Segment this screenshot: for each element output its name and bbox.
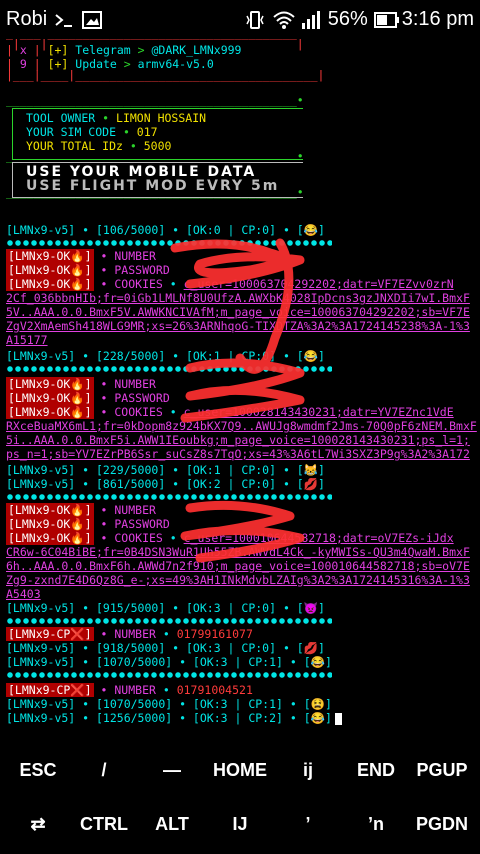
terminal-prompt-icon — [53, 9, 75, 31]
pgup-key[interactable]: PGUP — [408, 760, 476, 781]
extra-keys-bar: ESC / — HOME ij END PGUP ⇄ CTRL ALT IJ ’… — [0, 738, 480, 854]
cookie-line: 5i..AAA.0.0.BmxF5i.AWW1IEoubkg;m_page_vo… — [6, 433, 470, 447]
progress-line: [LMNx9-v5] • [1070/5000] • [OK:3 | CP:1]… — [6, 655, 332, 669]
info-sim-row: YOUR SIM CODE • 017 — [26, 125, 158, 139]
cookie-line: ps_n=1;sb=YV7EZrPB6Ssr_suCsZ8s7TqO;xs=43… — [6, 447, 470, 461]
progress-line: [LMNx9-v5] • [228/5000] • [OK:1 | CP:0] … — [6, 349, 325, 363]
signal-icon — [300, 9, 322, 31]
dot-separator — [6, 672, 332, 678]
gallery-icon — [81, 9, 103, 31]
progress-line: [LMNx9-v5] • [229/5000] • [OK:1 | CP:0] … — [6, 463, 325, 477]
ok-password-row: [LMNx9-OK🔥] • PASSWORD — [6, 391, 170, 405]
progress-line: [LMNx9-v5] • [918/5000] • [OK:3 | CP:0] … — [6, 641, 325, 655]
battery-icon — [373, 9, 399, 31]
vibrate-icon — [244, 9, 266, 31]
cookie-line: 2Cf_036bbnHIb;fr=0iGb1LMLNf8U0UfzA.AWXbK… — [6, 291, 470, 305]
cookie-line: A15177 — [6, 333, 48, 347]
data-banner-bottom-rule: ________________________________________… — [6, 185, 304, 199]
clock: 3:16 pm — [401, 8, 474, 30]
progress-line: [LMNx9-v5] • [1070/5000] • [OK:3 | CP:1]… — [6, 697, 332, 711]
dot-separator — [6, 618, 332, 624]
status-bar: Robi 56% 3:16 pm — [0, 0, 480, 38]
progress-line: [LMNx9-v5] • [1256/5000] • [OK:3 | CP:2]… — [6, 712, 342, 725]
battery-percent: 56% — [327, 8, 368, 30]
dot-separator — [6, 366, 332, 372]
cookie-line: CR6w-6C04BiBE;fr=0B4DSN3WuR1Uh55ZB.AWVdL… — [6, 545, 470, 559]
cookie-line: 6h..AAA.0.0.BmxF6h.AWWd7n2f910;m_page_vo… — [6, 559, 470, 573]
cookie-line: ZgV2XmAemSh418WLG9MR;xs=26%3ARNhqoG-TIXD… — [6, 319, 470, 333]
info-owner-row: TOOL OWNER • LIMON HOSSAIN — [26, 111, 207, 125]
cookie-line: Zg9-zxnd7E4D6Qz8G_e-;xs=49%3AH1INkMdvbLZ… — [6, 573, 470, 587]
ok-cookies-row: [LMNx9-OK🔥] • COOKIES • c_user=100028143… — [6, 405, 454, 419]
dash-key[interactable]: — — [138, 760, 206, 781]
pgdn-key[interactable]: PGDN — [408, 814, 476, 835]
home-key[interactable]: HOME — [206, 760, 274, 781]
ok-number-row: [LMNx9-OK🔥] • NUMBER — [6, 377, 156, 391]
slash-key[interactable]: / — [70, 760, 138, 781]
ok-cookies-row: [LMNx9-OK🔥] • COOKIES • c_user=100010644… — [6, 531, 454, 545]
cookie-line: RXceBuaMX6mL1;fr=0kDopm8z924bKX7Q9..AWUJ… — [6, 419, 477, 433]
progress-line: [LMNx9-v5] • [106/5000] • [OK:0 | CP:0] … — [6, 223, 325, 237]
end-key[interactable]: END — [342, 760, 410, 781]
progress-line: [LMNx9-v5] • [861/5000] • [OK:2 | CP:0] … — [6, 477, 325, 491]
cookie-line: 5V..AAA.0.0.BmxF5V.AWWKNCIVAfM;m_page_vo… — [6, 305, 470, 319]
info-box-top-rule: ________________________________________… — [6, 93, 304, 107]
dot-separator — [6, 494, 332, 500]
progress-line: [LMNx9-v5] • [915/5000] • [OK:3 | CP:0] … — [6, 601, 325, 615]
apostrophe-n-key[interactable]: ’n — [342, 814, 410, 835]
cp-number-row: [LMNx9-CP❌] • NUMBER • 01799161077 — [6, 627, 253, 641]
tab-key[interactable]: ⇄ — [4, 814, 72, 835]
ctrl-key[interactable]: CTRL — [70, 814, 138, 835]
header-border-bottom: |___|____|______________________________… — [6, 68, 325, 82]
text-cursor — [334, 712, 342, 725]
terminal-output[interactable]: ‾|‾‾‾|‾‾‾‾‾‾‾‾‾‾‾‾‾‾‾‾‾‾‾‾‾‾‾‾‾‾‾‾‾‾‾‾‾‾… — [0, 38, 480, 738]
esc-key[interactable]: ESC — [4, 760, 72, 781]
cp-number-row: [LMNx9-CP❌] • NUMBER • 01791004521 — [6, 683, 253, 697]
alt-key[interactable]: ALT — [138, 814, 206, 835]
apostrophe-key[interactable]: ’ — [274, 814, 342, 835]
ok-password-row: [LMNx9-OK🔥] • PASSWORD — [6, 263, 170, 277]
ij-key[interactable]: ij — [274, 760, 342, 781]
ok-number-row: [LMNx9-OK🔥] • NUMBER — [6, 503, 156, 517]
wifi-icon — [272, 9, 295, 31]
ok-number-row: [LMNx9-OK🔥] • NUMBER — [6, 249, 156, 263]
ok-password-row: [LMNx9-OK🔥] • PASSWORD — [6, 517, 170, 531]
ij-upper-key[interactable]: IJ — [206, 814, 274, 835]
cookie-line: A5403 — [6, 587, 41, 601]
ok-cookies-row: [LMNx9-OK🔥] • COOKIES • c_user=100063704… — [6, 277, 454, 291]
header-row: | x | [+] Telegram > @DARK_LMNx999 — [6, 43, 242, 57]
dot-separator — [6, 240, 332, 246]
carrier-label: Robi — [6, 8, 48, 30]
